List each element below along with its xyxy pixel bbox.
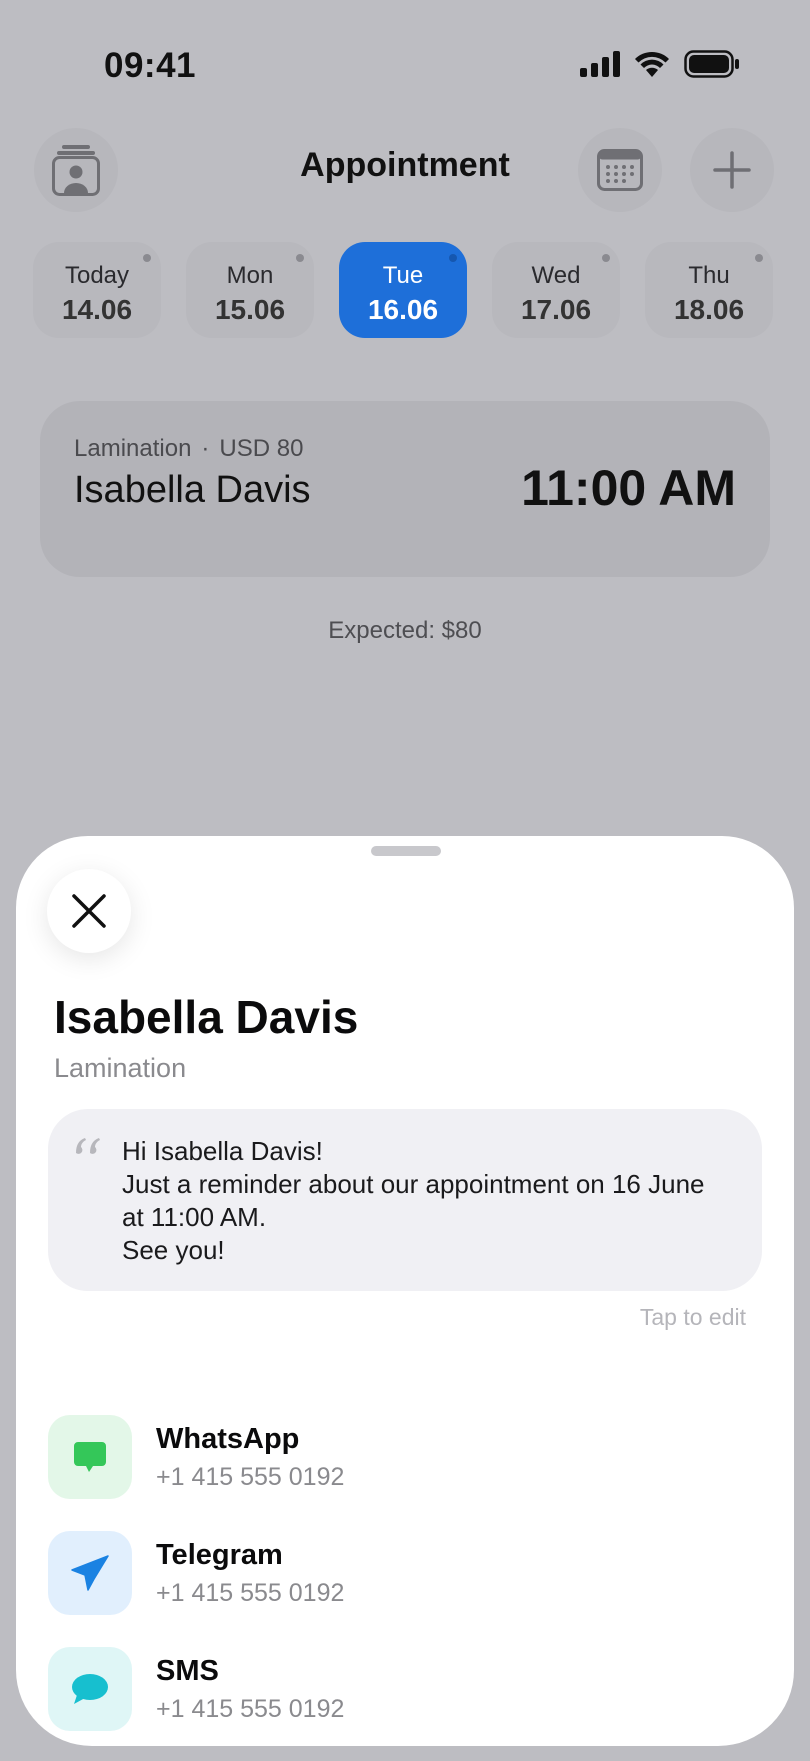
- day-name: Today: [64, 262, 130, 289]
- day-name: Tue: [382, 262, 424, 289]
- appointment-service: Lamination: [74, 435, 192, 462]
- sheet-grabber[interactable]: [371, 846, 441, 856]
- event-dot: [296, 254, 304, 262]
- day-date: 18.06: [673, 294, 745, 325]
- contact-phone: +1 415 555 0192: [156, 1463, 345, 1491]
- day-mon[interactable]: Mon 15.06: [186, 242, 314, 338]
- contact-telegram[interactable]: Telegram +1 415 555 0192: [48, 1531, 748, 1615]
- sms-icon: [48, 1647, 132, 1731]
- status-bar: 09:41: [0, 0, 810, 130]
- contact-phone: +1 415 555 0192: [156, 1695, 345, 1723]
- day-date: 17.06: [520, 294, 592, 325]
- page-title: Appointment: [300, 146, 510, 184]
- wifi-icon: [635, 51, 669, 77]
- close-button[interactable]: [47, 869, 131, 953]
- day-name: Thu: [688, 262, 730, 289]
- reminder-message[interactable]: Hi Isabella Davis! Just a reminder about…: [48, 1109, 762, 1291]
- contact-sms[interactable]: SMS +1 415 555 0192: [48, 1647, 748, 1731]
- contact-label: Telegram: [156, 1539, 283, 1571]
- appointment-client-name: Isabella Davis: [74, 469, 311, 511]
- day-name: Wed: [531, 262, 581, 289]
- day-today[interactable]: Today 14.06: [33, 242, 161, 338]
- contact-whatsapp[interactable]: WhatsApp +1 415 555 0192: [48, 1415, 748, 1499]
- day-name: Mon: [226, 262, 274, 289]
- add-appointment-button[interactable]: [690, 128, 774, 212]
- event-dot: [602, 254, 610, 262]
- calendar-icon: [597, 149, 643, 191]
- telegram-icon: [48, 1531, 132, 1615]
- day-tue[interactable]: Tue 16.06: [339, 242, 467, 338]
- status-icons: [580, 50, 740, 78]
- day-date: 16.06: [367, 294, 439, 325]
- meta-separator: ·: [201, 435, 210, 462]
- contact-phone: +1 415 555 0192: [156, 1579, 345, 1607]
- plus-icon: [713, 151, 751, 189]
- client-service: Lamination: [54, 1053, 187, 1083]
- close-icon: [72, 894, 106, 928]
- battery-icon: [684, 50, 739, 78]
- contact-label: WhatsApp: [156, 1423, 300, 1455]
- day-wed[interactable]: Wed 17.06: [492, 242, 620, 338]
- day-date: 14.06: [61, 294, 133, 325]
- reminder-sheet: Isabella Davis Lamination Hi Isabella Da…: [16, 836, 794, 1746]
- appointment-card[interactable]: Lamination · USD 80 Isabella Davis 11:00 A…: [40, 401, 770, 577]
- day-thu[interactable]: Thu 18.06: [645, 242, 773, 338]
- day-date: 15.06: [214, 294, 286, 325]
- whatsapp-icon: [48, 1415, 132, 1499]
- appointment-meta: Lamination · USD 80: [74, 435, 303, 463]
- appointment-time: 11:00 AM: [521, 460, 736, 516]
- event-dot: [449, 254, 457, 262]
- appointment-price: USD 80: [219, 435, 304, 462]
- contact-label: SMS: [156, 1655, 219, 1687]
- event-dot: [143, 254, 151, 262]
- message-text: Hi Isabella Davis! Just a reminder about…: [122, 1136, 705, 1265]
- cellular-signal-icon: [580, 51, 620, 77]
- expected-total: Expected: $80: [328, 617, 482, 644]
- event-dot: [755, 254, 763, 262]
- tap-to-edit-hint[interactable]: Tap to edit: [640, 1304, 746, 1331]
- calendar-button[interactable]: [578, 128, 662, 212]
- client-name: Isabella Davis: [54, 991, 359, 1043]
- status-time: 09:41: [104, 46, 197, 85]
- quote-icon: [76, 1138, 100, 1154]
